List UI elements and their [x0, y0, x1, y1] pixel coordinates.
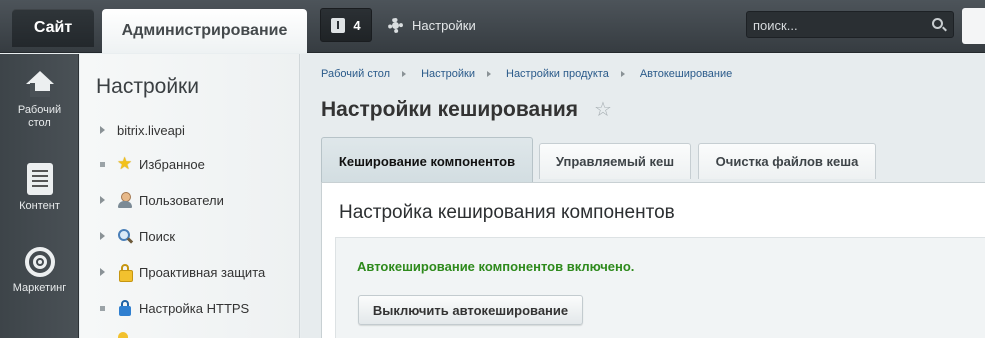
tab-content-panel: Настройка кеширования компонентов Автоке… [321, 182, 985, 338]
menu-item-label: Настройка HTTPS [139, 300, 250, 316]
star-icon: ★ [117, 154, 133, 173]
settings-menu: Настройки bitrix.liveapi ★ Избранное Пол… [80, 54, 300, 338]
gear-icon [388, 17, 403, 33]
icon-sidebar: Рабочий стол Контент Маркетинг [0, 54, 79, 338]
sidebar-item-desktop[interactable]: Рабочий стол [0, 71, 79, 130]
admin-tab[interactable]: Администрирование [102, 9, 307, 53]
page-title-text: Настройки кеширования [321, 98, 579, 121]
status-message: Автокеширование компонентов включено. [357, 259, 635, 274]
notifications-count: 4 [353, 17, 361, 33]
notifications-button[interactable]: 4 [320, 8, 372, 42]
sidebar-item-marketing[interactable]: Маркетинг [0, 247, 79, 295]
disable-autocache-button[interactable]: Выключить автокеширование [358, 295, 583, 325]
breadcrumb-separator-icon [620, 71, 625, 77]
home-icon [25, 71, 55, 99]
expand-arrow-icon[interactable] [100, 126, 105, 134]
tab-component-caching[interactable]: Кеширование компонентов [321, 137, 533, 184]
breadcrumb-link[interactable]: Настройки [421, 68, 475, 80]
menu-item-users[interactable]: Пользователи [98, 190, 224, 210]
magnifier-icon [117, 228, 133, 244]
search-icon[interactable] [932, 18, 943, 29]
expand-arrow-icon[interactable] [100, 196, 105, 204]
main-content: Рабочий стол Настройки Настройки продукт… [301, 54, 985, 338]
sidebar-item-content[interactable]: Контент [0, 163, 79, 213]
menu-item-label: Пользователи [139, 192, 224, 208]
tab-managed-cache[interactable]: Управляемый кеш [539, 143, 691, 179]
site-tab[interactable]: Сайт [12, 9, 94, 47]
settings-label: Настройки [412, 17, 476, 33]
menu-item-label: Избранное [139, 156, 205, 172]
menu-item-favorites[interactable]: ★ Избранное [98, 154, 205, 174]
target-icon [24, 247, 55, 277]
search-box [746, 11, 954, 38]
menu-title: Настройки [96, 75, 199, 98]
tab-clear-cache-files[interactable]: Очистка файлов кеша [698, 143, 876, 179]
status-notice: Автокеширование компонентов включено. Вы… [335, 237, 985, 338]
menu-item-https[interactable]: Настройка HTTPS [98, 298, 249, 318]
menu-item-label: Проактивная защита [139, 264, 266, 280]
menu-item-label: Поиск [139, 228, 176, 244]
menu-item-liveapi[interactable]: bitrix.liveapi [98, 120, 185, 140]
breadcrumb-separator-icon [402, 71, 407, 77]
breadcrumb-link[interactable]: Рабочий стол [321, 68, 390, 80]
menu-item-search[interactable]: Поиск [98, 226, 175, 246]
https-lock-icon [117, 300, 133, 316]
partial-menu-icon [118, 332, 128, 338]
breadcrumb-separator-icon [487, 71, 491, 77]
content-icon [26, 163, 53, 195]
sidebar-item-label: Рабочий [17, 104, 62, 116]
bullet-icon [100, 161, 105, 167]
top-bar: Сайт Администрирование 4 Настройки [0, 0, 985, 53]
sidebar-item-label: Маркетинг [12, 282, 67, 294]
settings-link[interactable]: Настройки [388, 14, 476, 36]
topbar-edge-button[interactable] [962, 8, 985, 44]
breadcrumb-link[interactable]: Настройки продукта [506, 68, 609, 80]
user-icon [117, 192, 133, 208]
menu-item-label: bitrix.liveapi [117, 122, 185, 138]
breadcrumb-link[interactable]: Автокеширование [640, 68, 732, 80]
search-input[interactable] [753, 16, 923, 34]
menu-item-proactive-protection[interactable]: Проактивная защита [98, 262, 265, 282]
favorite-star-icon[interactable]: ☆ [594, 100, 612, 120]
section-title: Настройка кеширования компонентов [339, 202, 675, 223]
expand-arrow-icon[interactable] [100, 268, 105, 276]
sidebar-item-label: Контент [19, 200, 60, 212]
expand-arrow-icon[interactable] [100, 232, 105, 240]
breadcrumb: Рабочий стол Настройки Настройки продукт… [321, 68, 732, 80]
notification-icon [331, 17, 346, 33]
lock-icon [117, 264, 133, 282]
bullet-icon [100, 305, 105, 311]
sidebar-item-label: стол [28, 117, 51, 129]
page-title: Настройки кеширования ☆ [321, 98, 612, 122]
